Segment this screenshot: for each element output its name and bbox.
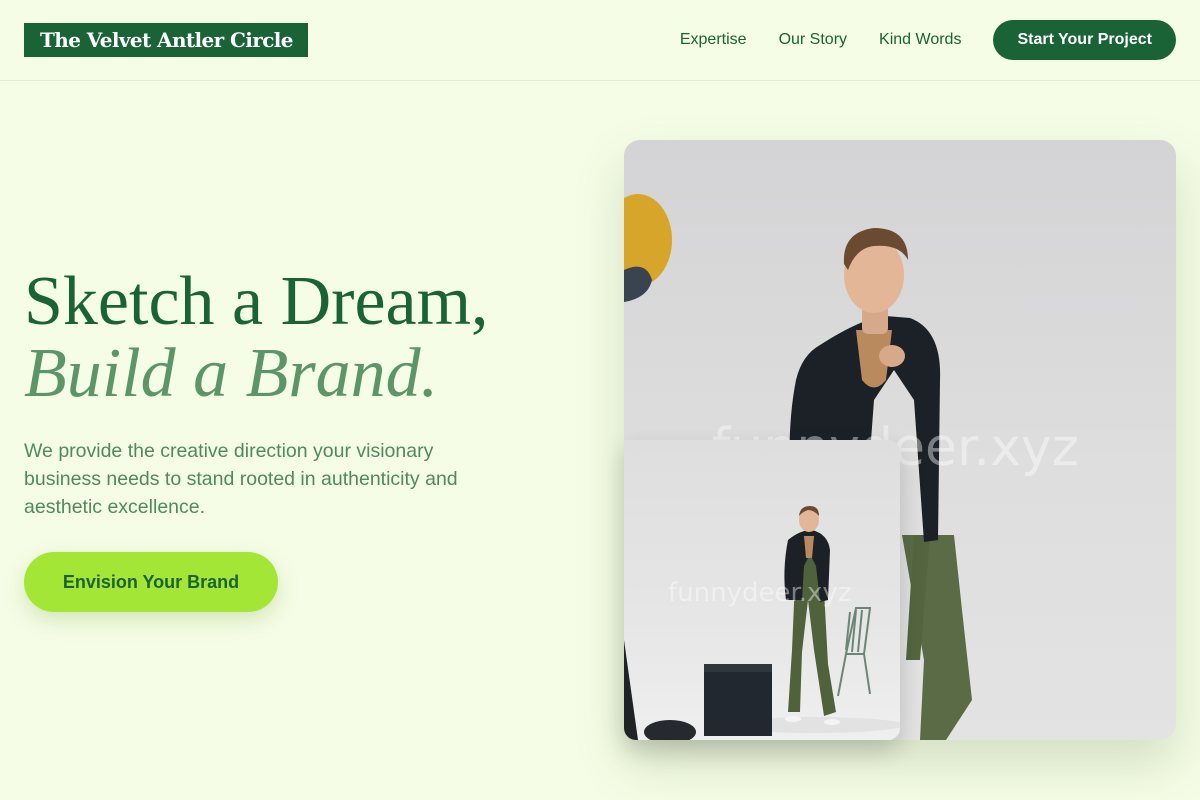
nav-link-kind-words[interactable]: Kind Words	[879, 31, 961, 49]
nav-link-expertise[interactable]: Expertise	[680, 31, 747, 49]
headline-line-1: Sketch a Dream,	[24, 263, 489, 340]
hero-photo-inset: funnydeer.xyz	[624, 440, 900, 740]
site-header: The Velvet Antler Circle Expertise Our S…	[0, 0, 1200, 81]
start-project-button[interactable]: Start Your Project	[993, 20, 1176, 60]
main-nav: Expertise Our Story Kind Words Start You…	[680, 20, 1176, 60]
headline-line-2: Build a Brand.	[24, 335, 439, 412]
hero-subtext: We provide the creative direction your v…	[24, 440, 458, 518]
hero-headline: Sketch a Dream, Build a Brand.	[24, 266, 584, 410]
nav-link-our-story[interactable]: Our Story	[779, 31, 847, 49]
envision-brand-button[interactable]: Envision Your Brand	[24, 552, 278, 612]
brand-logo[interactable]: The Velvet Antler Circle	[24, 23, 308, 57]
studio-photo-illustration	[624, 506, 900, 740]
